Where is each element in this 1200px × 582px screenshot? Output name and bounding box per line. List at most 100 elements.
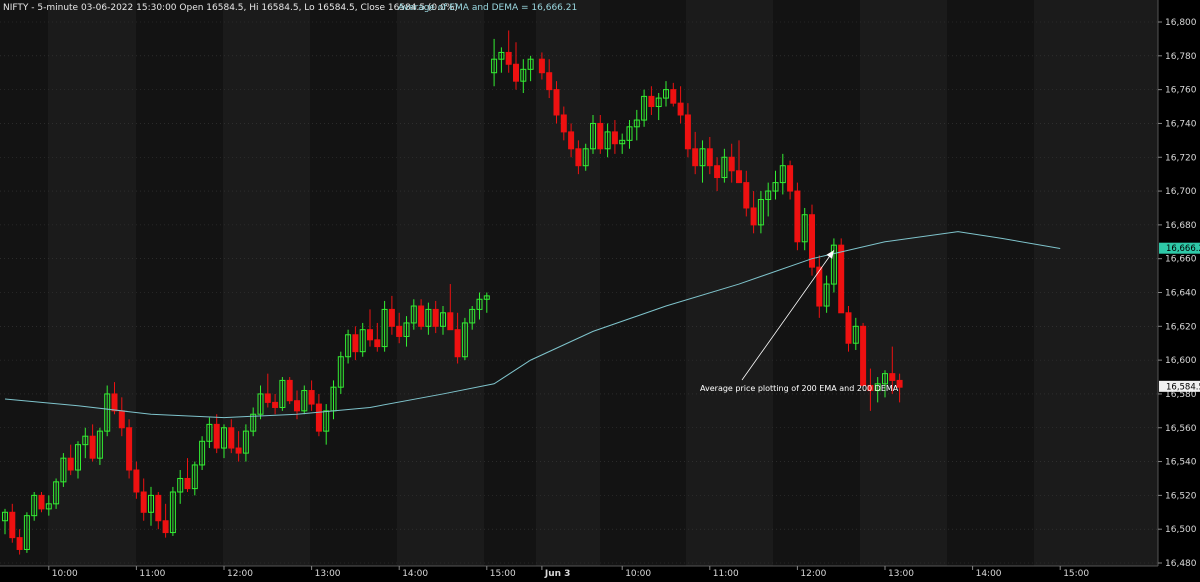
time-tick-label: 14:00 — [402, 569, 428, 578]
time-tick-label: 13:00 — [315, 569, 341, 578]
candle-body — [677, 102, 684, 116]
candle-body — [513, 63, 519, 82]
candle-body — [648, 95, 655, 108]
annotation-text: Average price plotting of 200 EMA and 20… — [700, 384, 899, 393]
hour-band — [0, 0, 48, 566]
price-tick-label: 16,600 — [1165, 356, 1197, 366]
hour-band — [1034, 0, 1158, 566]
price-tick-label: 16,540 — [1165, 458, 1197, 468]
candle-body — [845, 312, 852, 344]
candle-body — [860, 325, 867, 386]
price-tick-label: 16,720 — [1165, 153, 1197, 163]
candle-body — [418, 305, 425, 327]
candle-body — [505, 51, 512, 65]
price-tick-label: 16,680 — [1165, 221, 1197, 231]
candle-body — [162, 520, 169, 534]
price-tick-label: 16,620 — [1165, 322, 1197, 332]
candle-body — [787, 165, 794, 192]
candle-body — [538, 58, 545, 74]
candle-down — [794, 182, 801, 251]
candle-body — [560, 114, 567, 133]
ma-value-badge-text: 16,666.2 — [1166, 244, 1200, 254]
time-tick-label: 11:00 — [139, 569, 165, 578]
candle-body — [111, 393, 118, 412]
candle-body — [692, 148, 699, 167]
candle-body — [286, 379, 293, 402]
price-tick-label: 16,660 — [1165, 255, 1197, 265]
candle-body — [728, 156, 735, 172]
ma-value-badge: 16,666.2 — [1159, 242, 1200, 254]
candle-body — [714, 165, 721, 179]
candle-body — [568, 131, 575, 150]
price-chart[interactable]: Average price plotting of 200 EMA and 20… — [0, 0, 1200, 579]
candle-body — [706, 148, 713, 167]
candle-body — [597, 122, 604, 150]
candle-down — [838, 238, 845, 314]
candle-body — [684, 114, 691, 150]
candle-body — [67, 457, 74, 471]
hour-band — [310, 0, 397, 566]
price-tick-label: 16,760 — [1165, 86, 1197, 96]
candle-body — [184, 477, 191, 490]
candle-down — [860, 322, 867, 386]
candle-body — [9, 511, 16, 539]
hour-band — [397, 0, 484, 566]
time-tick-label: 13:00 — [888, 569, 914, 578]
candle-body — [432, 308, 439, 327]
candle-body — [546, 72, 553, 91]
time-tick-label: 12:00 — [800, 569, 826, 578]
candle-body — [352, 334, 359, 353]
hour-band — [484, 0, 536, 566]
time-tick-label: 14:00 — [976, 569, 1002, 578]
price-tick-label: 16,640 — [1165, 289, 1197, 299]
candle-body — [294, 400, 300, 412]
hour-band — [536, 0, 600, 566]
candle-body — [396, 325, 403, 337]
session-bands — [0, 0, 1158, 566]
price-tick-label: 16,780 — [1165, 52, 1197, 62]
candle-body — [575, 148, 582, 167]
candle-body — [272, 401, 279, 408]
candle-body — [140, 491, 147, 513]
candle-down — [126, 419, 133, 479]
candle-body — [553, 89, 560, 116]
candle-body — [670, 89, 677, 104]
candle-body — [736, 170, 742, 184]
candle-body — [16, 537, 23, 550]
candle-body — [308, 390, 315, 405]
candle-body — [155, 494, 162, 522]
hour-band — [136, 0, 223, 566]
candle-body — [838, 244, 845, 314]
hour-band — [947, 0, 1034, 566]
candle-body — [315, 403, 322, 432]
hour-band — [860, 0, 947, 566]
candle-down — [286, 377, 293, 405]
price-tick-label: 16,740 — [1165, 119, 1197, 129]
time-tick-label: 12:00 — [227, 569, 253, 578]
candle-body — [794, 190, 801, 243]
candle-body — [743, 182, 750, 209]
time-tick-label: 10:00 — [52, 569, 78, 578]
price-tick-label: 16,480 — [1165, 559, 1197, 569]
candle-body — [118, 410, 125, 429]
time-tick-label: 15:00 — [490, 569, 516, 578]
candle-body — [264, 393, 271, 403]
price-tick-label: 16,800 — [1165, 18, 1197, 28]
last-price-badge: 16,584.5 — [1159, 380, 1200, 392]
candle-body — [889, 373, 896, 381]
header-ma-info: Average of EMA and DEMA = 16,666.21 — [398, 3, 577, 13]
chart-window[interactable]: Average price plotting of 200 EMA and 20… — [0, 0, 1200, 579]
header-symbol-info: NIFTY - 5-minute 03-06-2022 15:30:00 Ope… — [3, 3, 458, 13]
time-tick-label: 15:00 — [1063, 569, 1089, 578]
time-tick-label: 10:00 — [625, 569, 651, 578]
hour-band — [223, 0, 310, 566]
price-tick-label: 16,520 — [1165, 491, 1197, 501]
price-tick-label: 16,700 — [1165, 187, 1197, 197]
candle-body — [89, 435, 96, 459]
candle-body — [611, 131, 618, 145]
candle-body — [133, 469, 140, 493]
candle-body — [213, 423, 220, 449]
time-tick-label: Jun 3 — [544, 569, 571, 578]
candle-body — [228, 427, 235, 449]
price-tick-label: 16,560 — [1165, 424, 1197, 434]
